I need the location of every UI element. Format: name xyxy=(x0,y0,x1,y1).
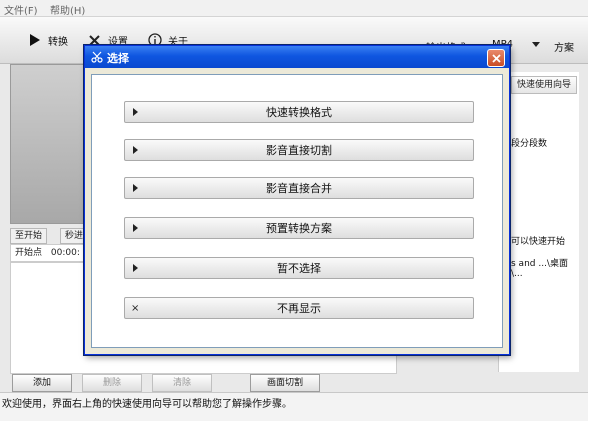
option-direct-cut[interactable]: 影音直接切割 xyxy=(124,139,474,161)
add-button[interactable]: 添加 xyxy=(12,374,72,392)
dialog-title-bar[interactable]: 选择 xyxy=(85,46,509,68)
start-point-label: 开始点 xyxy=(15,248,43,258)
select-dialog: 选择 快速转换格式 影音直接切割 影音直接合并 预置转换方案 暂不选择 × 不再… xyxy=(84,45,510,355)
to-start-button[interactable]: 至开始 xyxy=(10,228,48,244)
menu-help[interactable]: 帮助(H) xyxy=(50,2,85,17)
delete-button[interactable]: 删除 xyxy=(82,374,142,392)
dialog-body: 快速转换格式 影音直接切割 影音直接合并 预置转换方案 暂不选择 × 不再显示 xyxy=(91,74,503,348)
clear-button[interactable]: 清除 xyxy=(152,374,212,392)
arrow-right-icon xyxy=(133,146,138,154)
close-button[interactable] xyxy=(487,49,505,67)
option-label: 预置转换方案 xyxy=(266,222,332,235)
scissors-icon xyxy=(91,51,103,63)
convert-button[interactable]: 转换 xyxy=(28,31,68,49)
close-small-icon: × xyxy=(131,303,140,314)
convert-label: 转换 xyxy=(48,36,68,48)
status-bar: 欢迎使用，界面右上角的快速使用向导可以帮助您了解操作步骤。 xyxy=(0,392,588,421)
arrow-right-icon xyxy=(133,264,138,272)
menu-file[interactable]: 文件(F) xyxy=(4,2,38,17)
option-label: 不再显示 xyxy=(277,302,321,315)
option-label: 暂不选择 xyxy=(277,262,321,275)
dialog-title: 选择 xyxy=(107,52,129,65)
quick-start-label: 可以快速开始 xyxy=(511,237,566,247)
path-field[interactable]: s and ...\桌面\... xyxy=(511,256,579,279)
close-icon xyxy=(491,53,501,63)
option-label: 影音直接切割 xyxy=(266,144,332,157)
arrow-right-icon xyxy=(133,184,138,192)
menu-bar: 文件(F) 帮助(H) xyxy=(0,0,588,17)
wizard-tab[interactable]: 快速使用向导 xyxy=(511,76,577,94)
option-quick-convert[interactable]: 快速转换格式 xyxy=(124,101,474,123)
scheme-button[interactable]: 方案 xyxy=(554,39,574,54)
option-dont-show[interactable]: × 不再显示 xyxy=(124,297,474,319)
option-label: 影音直接合并 xyxy=(266,182,332,195)
option-label: 快速转换格式 xyxy=(266,106,332,119)
segments-label: 段分段数 xyxy=(511,139,548,149)
arrow-right-icon xyxy=(133,224,138,232)
right-panel: 快速使用向导 段分段数 可以快速开始 s and ...\桌面\... xyxy=(498,72,579,372)
chevron-down-icon[interactable] xyxy=(532,42,540,48)
option-preset-scheme[interactable]: 预置转换方案 xyxy=(124,217,474,239)
option-direct-merge[interactable]: 影音直接合并 xyxy=(124,177,474,199)
screen-cut-button[interactable]: 画面切割 xyxy=(250,374,320,392)
option-skip[interactable]: 暂不选择 xyxy=(124,257,474,279)
arrow-right-icon xyxy=(133,108,138,116)
start-point-value[interactable]: 00:00: xyxy=(51,248,80,258)
play-icon xyxy=(30,34,40,46)
